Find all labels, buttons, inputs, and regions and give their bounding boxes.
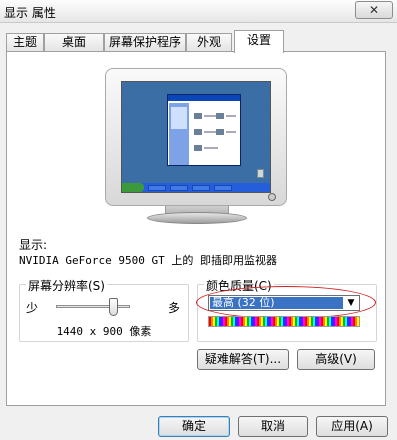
preview-window [167, 94, 241, 166]
resolution-slider[interactable] [56, 298, 130, 316]
color-quality-group-title: 颜色质量(C) [204, 277, 274, 294]
close-icon: ✕ [368, 3, 380, 17]
tab-themes[interactable]: 主题 [6, 33, 44, 51]
apply-button[interactable]: 应用(A) [316, 416, 388, 437]
color-spectrum [208, 316, 360, 327]
tab-settings[interactable]: 设置 [234, 30, 284, 53]
more-label: 多 [167, 301, 180, 315]
resolution-group-title: 屏幕分辨率(S) [26, 277, 107, 294]
window-title: 显示 属性 [4, 6, 56, 20]
troubleshoot-button[interactable]: 疑难解答(T)... [197, 349, 289, 370]
color-quality-value: 最高 (32 位) [210, 297, 343, 309]
display-label: 显示: [19, 238, 48, 252]
tab-screensaver[interactable]: 屏幕保护程序 [104, 33, 186, 51]
ok-button[interactable]: 确定 [158, 416, 230, 437]
monitor-preview [105, 68, 287, 206]
color-quality-select[interactable]: 最高 (32 位) ▼ [208, 295, 360, 311]
power-icon [268, 193, 276, 201]
resolution-value: 1440 x 900 像素 [56, 325, 152, 338]
less-label: 少 [26, 301, 39, 315]
tab-appearance[interactable]: 外观 [186, 33, 232, 51]
device-name: NVIDIA GeForce 9500 GT 上的 即插即用监视器 [19, 254, 277, 267]
title-bar[interactable]: 显示 属性 ✕ [0, 0, 397, 23]
monitor-base [147, 212, 247, 224]
resolution-slider-thumb[interactable] [109, 298, 119, 316]
settings-panel: 显示: NVIDIA GeForce 9500 GT 上的 即插即用监视器 屏幕… [6, 51, 386, 406]
color-quality-group: 颜色质量(C) 最高 (32 位) ▼ [196, 277, 377, 342]
advanced-button[interactable]: 高级(V) [297, 349, 375, 370]
close-button[interactable]: ✕ [355, 1, 393, 19]
preview-taskbar [122, 183, 270, 192]
tab-desktop[interactable]: 桌面 [44, 33, 104, 51]
desktop-preview [121, 81, 271, 193]
resolution-group: 屏幕分辨率(S) 少 多 1440 x 900 像素 [19, 277, 189, 342]
cancel-button[interactable]: 取消 [238, 416, 308, 437]
recycle-bin-icon [257, 169, 264, 178]
chevron-down-icon[interactable]: ▼ [343, 296, 359, 310]
start-button-icon [122, 183, 144, 192]
